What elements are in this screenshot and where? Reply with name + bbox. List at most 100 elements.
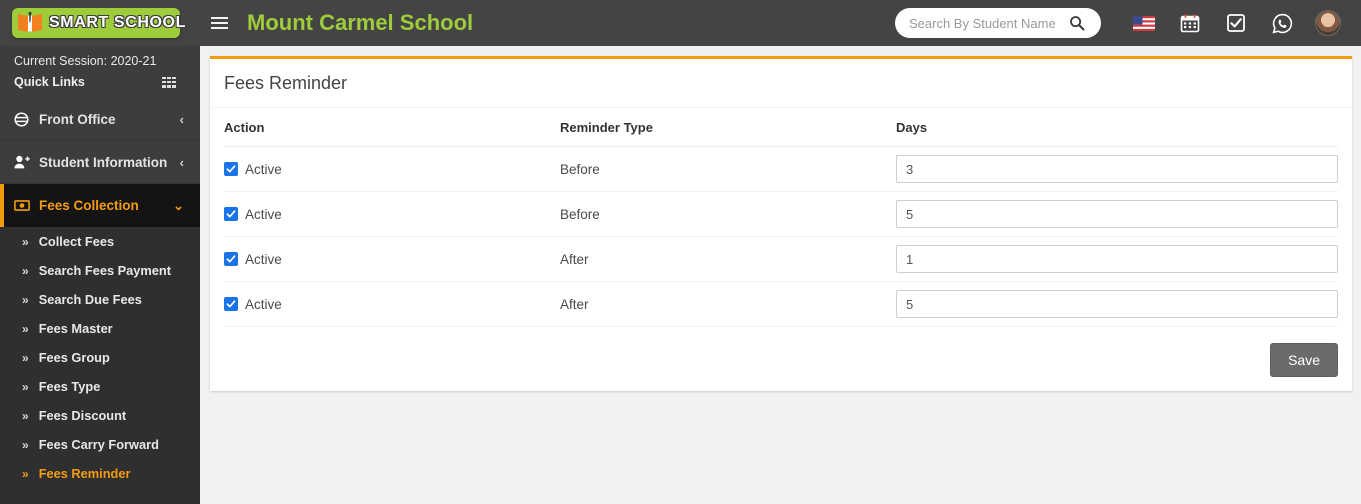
student-add-icon (14, 155, 36, 169)
active-checkbox[interactable] (224, 252, 238, 266)
sidebar-subitem-fees-reminder[interactable]: » Fees Reminder (0, 459, 200, 488)
fees-reminder-table: Action Reminder Type Days ActiveBeforeAc… (224, 108, 1338, 327)
header-actions (895, 0, 1361, 46)
front-office-icon (14, 111, 36, 127)
sidebar-subitem-fees-group[interactable]: » Fees Group (0, 343, 200, 372)
cell-action: Active (224, 281, 560, 327)
cell-action: Active (224, 191, 560, 237)
sidebar-subitem-fees-type[interactable]: » Fees Type (0, 372, 200, 401)
table-row: Active After (224, 281, 1338, 327)
hamburger-menu-icon[interactable] (211, 17, 241, 29)
column-header-reminder-type: Reminder Type (560, 108, 896, 147)
sidebar-subitem-label: Fees Type (38, 379, 101, 394)
search-input[interactable] (909, 15, 1069, 31)
active-label: Active (245, 161, 282, 177)
calendar-icon[interactable] (1167, 0, 1213, 46)
double-chevron-right-icon: » (22, 379, 29, 394)
sidebar-subitem-label: Collect Fees (38, 234, 115, 249)
sidebar-subitem-label: Search Fees Payment (38, 263, 171, 278)
smart-school-logo[interactable]: SMART SCHOOL (12, 8, 185, 38)
active-checkbox[interactable] (224, 297, 238, 311)
whatsapp-icon[interactable] (1259, 0, 1305, 46)
chevron-down-icon[interactable]: ⌄ (173, 198, 184, 214)
user-avatar[interactable] (1305, 0, 1351, 46)
cell-days (896, 236, 1338, 282)
sidebar-subitem-fees-master[interactable]: » Fees Master (0, 314, 200, 343)
money-icon (14, 200, 36, 211)
language-flag-icon[interactable] (1121, 0, 1167, 46)
open-book-icon (18, 12, 42, 32)
cell-reminder-type: After (560, 236, 896, 282)
main-content: Fees Reminder Action Reminder Type Days … (200, 46, 1361, 504)
sidebar-item-fees-collection[interactable]: Fees Collection ⌄ (0, 184, 200, 227)
cell-days (896, 146, 1338, 192)
chevron-left-icon[interactable]: ‹ (180, 155, 184, 170)
save-button[interactable]: Save (1270, 343, 1338, 377)
active-label: Active (245, 206, 282, 222)
cell-days (896, 281, 1338, 327)
sidebar-sub-list: » Collect Fees » Search Fees Payment » Search… (0, 227, 200, 488)
cell-reminder-type: Before (560, 191, 896, 237)
sidebar-subitem-label: Fees Master (38, 321, 113, 336)
table-row: Active Before (224, 191, 1338, 237)
cell-reminder-type: Before (560, 146, 896, 192)
active-label: Active (245, 251, 282, 267)
sidebar-subitem-search-due-fees[interactable]: » Search Due Fees (0, 285, 200, 314)
cell-action: Active (224, 146, 560, 192)
chevron-left-icon[interactable]: ‹ (180, 112, 184, 127)
sidebar-subitem-label: Fees Carry Forward (38, 437, 159, 452)
active-label: Active (245, 296, 282, 312)
sidebar-item-label: Front Office (39, 111, 116, 127)
logo-container[interactable]: SMART SCHOOL (0, 0, 200, 46)
days-input[interactable] (896, 200, 1338, 228)
sidebar-subitem-label: Fees Discount (38, 408, 127, 423)
sidebar-subitem-label: Fees Group (38, 350, 110, 365)
grid-icon[interactable] (162, 76, 176, 88)
double-chevron-right-icon: » (22, 437, 29, 452)
quick-links-label[interactable]: Quick Links (14, 75, 85, 89)
days-input[interactable] (896, 290, 1338, 318)
search-box[interactable] (895, 8, 1101, 38)
top-header-bar: SMART SCHOOL Mount Carmel School (0, 0, 1361, 46)
days-input[interactable] (896, 155, 1338, 183)
card-title: Fees Reminder (210, 59, 1352, 108)
sidebar-item-label: Student Information (39, 154, 168, 170)
cell-action: Active (224, 236, 560, 282)
column-header-days: Days (896, 108, 1338, 147)
session-block: Current Session: 2020-21 Quick Links (0, 46, 200, 98)
table-row: Active After (224, 236, 1338, 282)
sidebar-item-front-office[interactable]: Front Office ‹ (0, 98, 200, 141)
sidebar-nav-list: Front Office ‹ Student Information ‹ Fees Co… (0, 98, 200, 227)
double-chevron-right-icon: » (22, 292, 29, 307)
double-chevron-right-icon: » (22, 234, 29, 249)
logo-text: SMART SCHOOL (49, 14, 186, 31)
table-row: Active Before (224, 146, 1338, 192)
sidebar-subitem-collect-fees[interactable]: » Collect Fees (0, 227, 200, 256)
task-check-icon[interactable] (1213, 0, 1259, 46)
table-body: ActiveBeforeActiveBeforeActiveAfterActiv… (224, 146, 1338, 327)
current-session-label: Current Session: 2020-21 (14, 54, 157, 68)
column-header-action: Action (224, 108, 560, 147)
sidebar: Current Session: 2020-21 Quick Links Fro… (0, 46, 200, 504)
page-title: Mount Carmel School (247, 10, 474, 35)
active-checkbox[interactable] (224, 207, 238, 221)
card-footer: Save (210, 327, 1352, 383)
sidebar-item-label: Fees Collection (39, 198, 139, 213)
sidebar-subitem-search-fees-payment[interactable]: » Search Fees Payment (0, 256, 200, 285)
double-chevron-right-icon: » (22, 350, 29, 365)
sidebar-subitem-label: Fees Reminder (38, 466, 131, 481)
double-chevron-right-icon: » (22, 321, 29, 336)
active-checkbox[interactable] (224, 162, 238, 176)
double-chevron-right-icon: » (22, 466, 29, 481)
sidebar-subitem-fees-carry-forward[interactable]: » Fees Carry Forward (0, 430, 200, 459)
search-icon[interactable] (1069, 15, 1085, 31)
cell-reminder-type: After (560, 281, 896, 327)
sidebar-subitem-label: Search Due Fees (38, 292, 142, 307)
table-header: Action Reminder Type Days (224, 108, 1338, 147)
days-input[interactable] (896, 245, 1338, 273)
sidebar-item-student-information[interactable]: Student Information ‹ (0, 141, 200, 184)
double-chevron-right-icon: » (22, 263, 29, 278)
fees-reminder-card: Fees Reminder Action Reminder Type Days … (210, 56, 1352, 391)
cell-days (896, 191, 1338, 237)
sidebar-subitem-fees-discount[interactable]: » Fees Discount (0, 401, 200, 430)
